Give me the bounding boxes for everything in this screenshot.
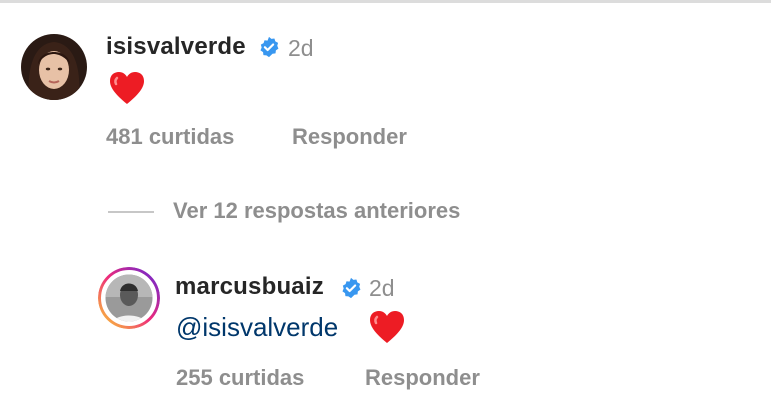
red-heart-icon bbox=[108, 70, 146, 106]
red-heart-icon bbox=[368, 309, 406, 345]
avatar-story-ring bbox=[98, 267, 160, 329]
avatar-marcusbuaiz[interactable] bbox=[98, 267, 160, 329]
avatar-isisvalverde[interactable] bbox=[21, 34, 87, 100]
verified-badge-icon bbox=[258, 36, 280, 58]
view-previous-replies-button[interactable]: Ver 12 respostas anteriores bbox=[173, 198, 460, 224]
reply-likes[interactable]: 255 curtidas bbox=[176, 365, 304, 391]
reply-age: 2d bbox=[369, 275, 395, 301]
verified-badge-icon bbox=[340, 277, 362, 299]
replies-divider-line bbox=[108, 211, 154, 213]
reply-username[interactable]: marcusbuaiz bbox=[175, 273, 324, 301]
comment-username[interactable]: isisvalverde bbox=[106, 33, 246, 61]
comment-reply-button[interactable]: Responder bbox=[292, 124, 407, 150]
comment-likes[interactable]: 481 curtidas bbox=[106, 124, 234, 150]
top-divider bbox=[0, 0, 771, 3]
reply-reply-button[interactable]: Responder bbox=[365, 365, 480, 391]
comment-age: 2d bbox=[288, 35, 314, 61]
avatar-image bbox=[21, 34, 87, 100]
reply-mention-link[interactable]: @isisvalverde bbox=[176, 312, 338, 342]
